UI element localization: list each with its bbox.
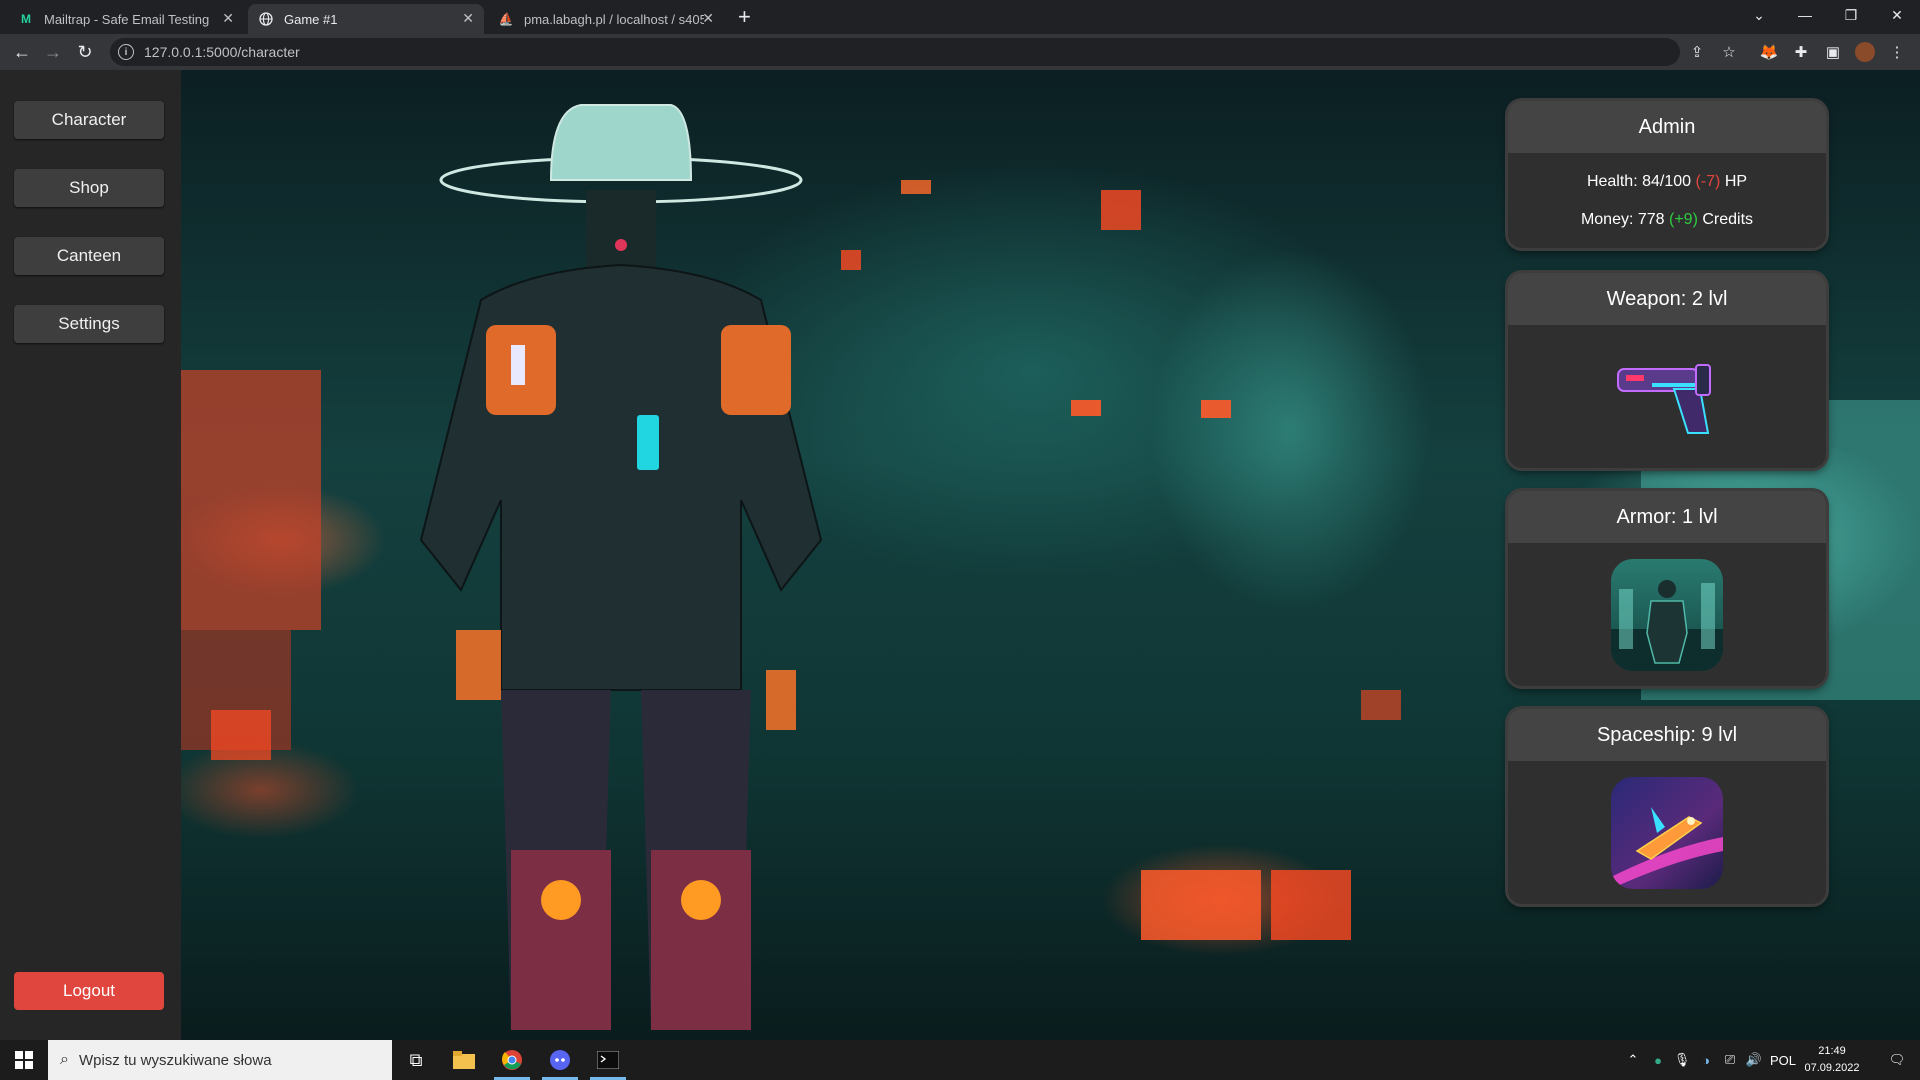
- forward-arrow-icon[interactable]: →: [41, 40, 65, 64]
- sidepanel-icon[interactable]: ▣: [1823, 42, 1843, 62]
- chrome-icon[interactable]: [488, 1040, 536, 1080]
- tab-game[interactable]: Game #1 ✕: [248, 4, 484, 34]
- taskbar-search-field[interactable]: ⌕ Wpisz tu wyszukiwane słowa: [48, 1040, 392, 1080]
- new-tab-button[interactable]: +: [738, 6, 751, 28]
- info-icon[interactable]: i: [118, 44, 134, 60]
- language-indicator[interactable]: POL: [1768, 1040, 1798, 1080]
- weapon-title: Weapon: 2 lvl: [1508, 273, 1826, 325]
- windows-start-icon[interactable]: [0, 1040, 48, 1080]
- phpmyadmin-icon: ⛵: [498, 12, 514, 26]
- sidebar-item-shop[interactable]: Shop: [14, 169, 164, 207]
- puzzle-icon[interactable]: ✚: [1791, 42, 1811, 62]
- task-view-icon[interactable]: ⧉: [392, 1040, 440, 1080]
- close-window-button[interactable]: ✕: [1874, 0, 1920, 30]
- minimize-button[interactable]: —: [1782, 0, 1828, 30]
- restore-button[interactable]: ❐: [1828, 0, 1874, 30]
- chevron-up-icon[interactable]: ⌃: [1620, 1040, 1646, 1080]
- discord-icon[interactable]: [536, 1040, 584, 1080]
- sidebar: Character Shop Canteen Settings Logout: [0, 70, 181, 1040]
- reload-icon[interactable]: ↻: [73, 40, 97, 64]
- file-explorer-icon[interactable]: [440, 1040, 488, 1080]
- spaceship-card[interactable]: Spaceship: 9 lvl: [1508, 709, 1826, 904]
- terminal-icon[interactable]: [584, 1040, 632, 1080]
- app-tray-icon[interactable]: ●: [1646, 1040, 1670, 1080]
- menu-dots-icon[interactable]: ⋮: [1887, 42, 1907, 62]
- clock-date: 07.09.2022: [1804, 1062, 1860, 1074]
- money-stat: Money: 778 (+9) Credits: [1580, 210, 1754, 228]
- mailtrap-icon: M: [21, 12, 31, 26]
- network-icon[interactable]: ⎚: [1718, 1040, 1742, 1080]
- volume-icon[interactable]: 🔊: [1742, 1040, 1766, 1080]
- weapon-pistol-icon: [1617, 363, 1711, 434]
- address-bar-row: ← → ↻ i 127.0.0.1:5000/character ⇪ ☆ 🦊 ✚…: [0, 34, 1920, 70]
- windows-taskbar: ⌕ Wpisz tu wyszukiwane słowa ⧉ ⌃ ● 🎙 ◑ ⎚…: [0, 1040, 1920, 1080]
- back-arrow-icon[interactable]: ←: [10, 40, 34, 64]
- spaceship-image: [1611, 776, 1723, 889]
- microphone-icon[interactable]: 🎙: [1670, 1040, 1694, 1080]
- browser-tab-strip: M Mailtrap - Safe Email Testing ✕ Game #…: [0, 0, 1920, 34]
- sidebar-item-settings[interactable]: Settings: [14, 305, 164, 343]
- search-icon: ⌕: [60, 1051, 69, 1068]
- globe-icon: [258, 11, 274, 27]
- tab-title: Game #1: [284, 11, 338, 27]
- weapon-card[interactable]: Weapon: 2 lvl: [1508, 273, 1826, 468]
- tab-mailtrap[interactable]: M Mailtrap - Safe Email Testing ✕: [8, 4, 244, 34]
- armor-title: Armor: 1 lvl: [1508, 491, 1826, 543]
- player-status-card: Admin Health: 84/100 (-7) HP Money: 778 …: [1508, 101, 1826, 248]
- tab-phpmyadmin[interactable]: ⛵ pma.labagh.pl / localhost / s405 ✕: [488, 4, 724, 34]
- share-icon[interactable]: ⇪: [1687, 42, 1707, 62]
- notifications-icon[interactable]: 🗨: [1874, 1040, 1920, 1080]
- armor-card[interactable]: Armor: 1 lvl: [1508, 491, 1826, 686]
- url-text: 127.0.0.1:5000/character: [144, 44, 300, 60]
- character-scene-background: Admin Health: 84/100 (-7) HP Money: 778 …: [181, 70, 1920, 1040]
- close-tab-icon[interactable]: ✕: [222, 10, 234, 27]
- search-placeholder: Wpisz tu wyszukiwane słowa: [78, 1051, 272, 1069]
- tab-search-button[interactable]: ⌄: [1736, 0, 1782, 30]
- url-input[interactable]: i 127.0.0.1:5000/character: [110, 38, 1680, 66]
- tab-title: pma.labagh.pl / localhost / s405: [524, 11, 704, 27]
- health-delta: (-7): [1695, 172, 1721, 190]
- clock[interactable]: 21:49 07.09.2022: [1800, 1043, 1864, 1077]
- metamask-icon[interactable]: 🦊: [1759, 42, 1779, 62]
- player-name: Admin: [1508, 101, 1826, 153]
- close-tab-icon[interactable]: ✕: [702, 10, 714, 27]
- sidebar-item-canteen[interactable]: Canteen: [14, 237, 164, 275]
- close-tab-icon[interactable]: ✕: [462, 10, 474, 27]
- steam-icon[interactable]: ◑: [1694, 1040, 1718, 1080]
- money-delta: (+9): [1669, 210, 1698, 228]
- armor-image: [1611, 558, 1723, 671]
- spaceship-title: Spaceship: 9 lvl: [1508, 709, 1826, 761]
- game-app: Character Shop Canteen Settings Logout A…: [0, 70, 1920, 1040]
- star-icon[interactable]: ☆: [1719, 42, 1739, 62]
- profile-avatar-icon[interactable]: [1855, 42, 1875, 62]
- health-stat: Health: 84/100 (-7) HP: [1586, 172, 1748, 190]
- tab-title: Mailtrap - Safe Email Testing: [44, 11, 210, 27]
- logout-button[interactable]: Logout: [14, 972, 164, 1010]
- sidebar-item-character[interactable]: Character: [14, 101, 164, 139]
- clock-time: 21:49: [1818, 1045, 1846, 1057]
